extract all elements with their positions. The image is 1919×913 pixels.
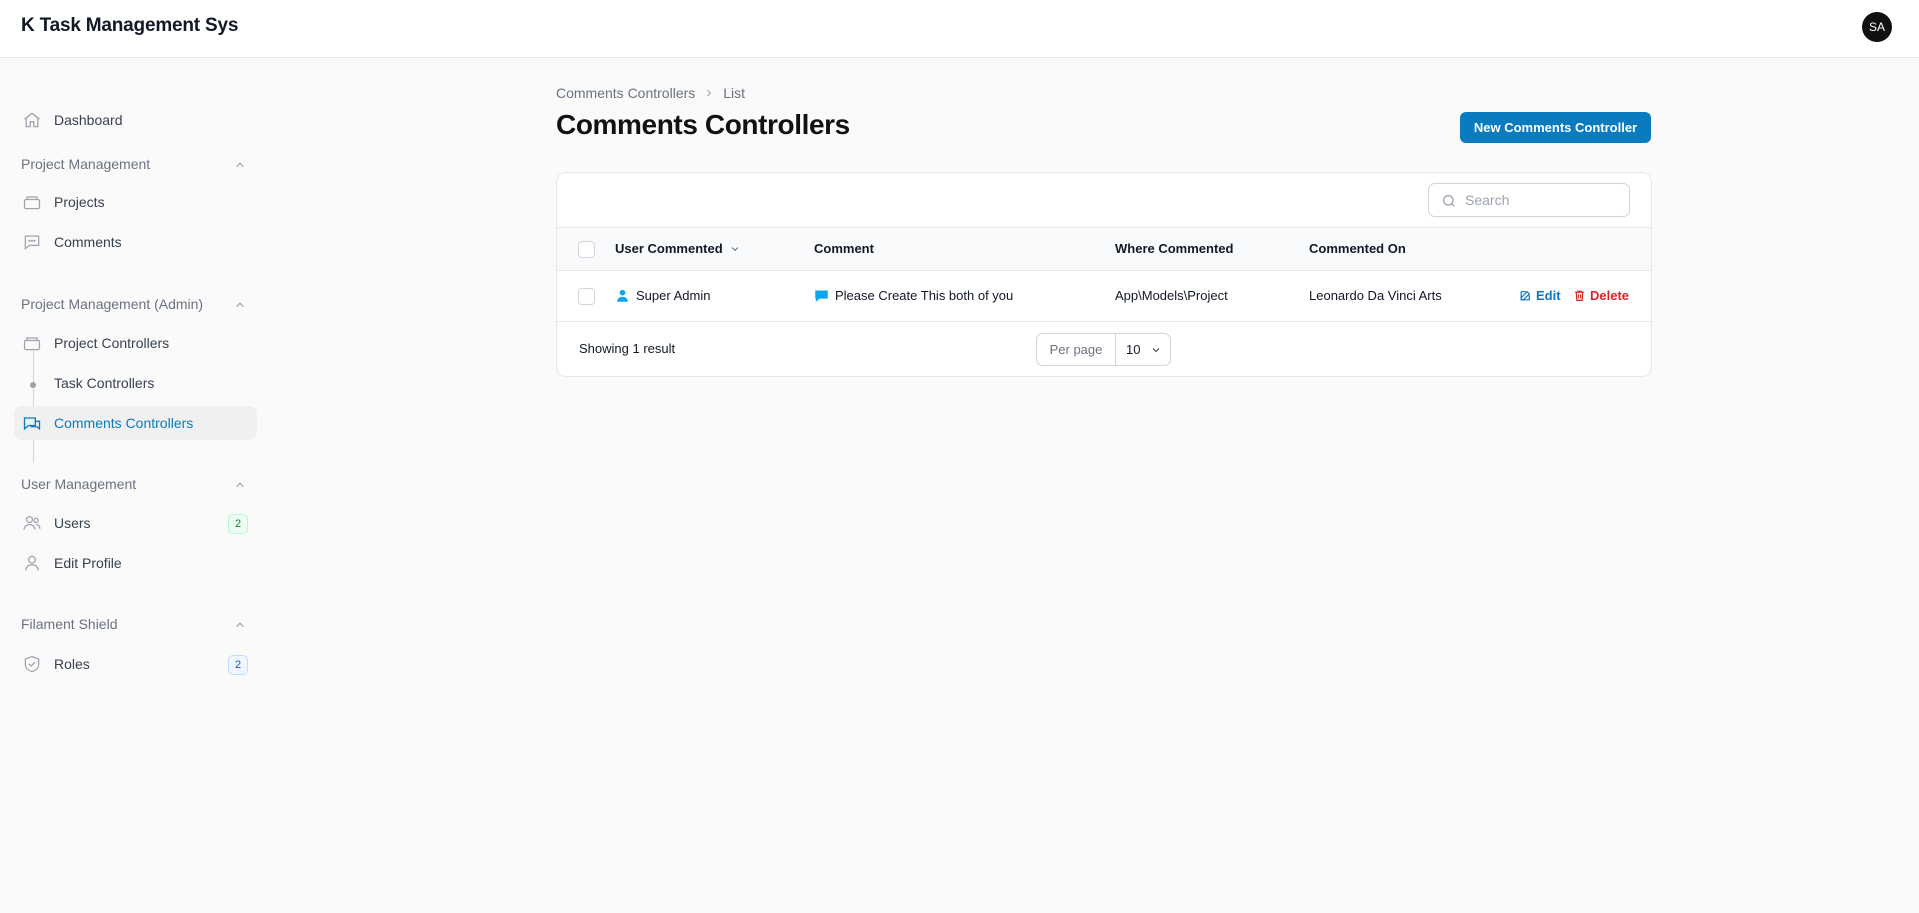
page-title: Comments Controllers [556,109,850,140]
users-count-badge: 2 [228,514,248,534]
user-icon [22,553,42,573]
cell-text: Super Admin [636,288,711,303]
sidebar-item-comments-controllers[interactable]: Comments Controllers [14,406,257,440]
cell-user: Super Admin [615,288,710,303]
group-label-project-management[interactable]: Project Management [21,156,150,172]
per-page-value[interactable]: 10 [1126,342,1140,357]
search-field[interactable] [1428,183,1630,217]
edit-label: Edit [1536,288,1561,303]
sidebar-item-label: Dashboard [54,112,123,128]
cell-commented-on: Leonardo Da Vinci Arts [1309,288,1442,303]
select-all-checkbox[interactable] [578,241,595,258]
sidebar-item-edit-profile[interactable]: Edit Profile [14,546,257,580]
sidebar-item-label: Users [54,515,91,531]
chat-bubble-icon [814,288,829,303]
chevron-up-icon[interactable] [233,158,247,172]
chat-bubbles-icon [22,413,42,433]
column-user-commented[interactable]: User Commented [615,241,741,256]
sidebar-item-label: Roles [54,656,90,672]
sidebar-item-label: Edit Profile [54,555,122,571]
sidebar-item-projects[interactable]: Projects [14,185,257,219]
user-avatar[interactable]: SA [1862,12,1892,42]
sidebar-item-label: Comments [54,234,122,250]
table-row[interactable]: Super Admin Please Create This both of y… [557,271,1651,322]
breadcrumb: Comments Controllers List [556,85,745,101]
column-comment: Comment [814,241,874,256]
chevron-down-icon[interactable] [729,243,741,255]
chevron-up-icon[interactable] [233,618,247,632]
table-card: User Commented Comment Where Commented C… [556,172,1652,377]
sidebar-item-label: Comments Controllers [54,415,194,431]
results-summary: Showing 1 result [579,341,676,356]
group-label-project-management-admin[interactable]: Project Management (Admin) [21,296,203,312]
column-header-label: User Commented [615,241,723,256]
sidebar-item-label: Projects [54,194,105,210]
group-label-filament-shield[interactable]: Filament Shield [21,616,118,632]
sidebar-item-project-controllers[interactable]: Project Controllers [14,326,257,360]
user-icon [615,288,630,303]
users-icon [22,513,42,533]
search-input[interactable] [1465,190,1620,210]
trash-icon [1573,289,1586,302]
sidebar-item-users[interactable]: Users 2 [14,506,257,540]
edit-action[interactable]: Edit [1519,288,1561,303]
sidebar-item-task-controllers[interactable]: Task Controllers [14,366,257,400]
per-page-label: Per page [1037,334,1116,365]
sidebar-item-comments[interactable]: Comments [14,225,257,259]
home-icon [22,110,42,130]
table-header: User Commented Comment Where Commented C… [557,227,1651,271]
cell-comment: Please Create This both of you [814,288,1013,303]
sidebar-item-label: Task Controllers [54,375,155,391]
row-checkbox[interactable] [578,288,595,305]
stack-icon [22,192,42,212]
search-icon [1441,193,1457,209]
delete-label: Delete [1590,288,1630,303]
stack-icon [22,333,42,353]
breadcrumb-current: List [723,85,746,101]
group-label-user-management[interactable]: User Management [21,476,136,492]
cell-where-commented: App\Models\Project [1115,288,1228,303]
chat-bubble-icon [22,232,42,252]
chevron-up-icon[interactable] [233,298,247,312]
shield-check-icon [22,654,42,674]
app-title[interactable]: K Task Management Sys [21,15,238,37]
sidebar-item-label: Project Controllers [54,335,170,351]
cell-text: Please Create This both of you [835,288,1014,303]
new-comments-controller-button[interactable]: New Comments Controller [1460,112,1651,143]
sidebar-item-roles[interactable]: Roles 2 [14,647,257,681]
roles-count-badge: 2 [228,655,248,675]
chevron-down-icon[interactable] [1150,344,1162,356]
breadcrumb-parent-link[interactable]: Comments Controllers [556,85,695,101]
edit-icon [1519,289,1532,302]
sidebar: Dashboard Project Management Projects Co… [0,58,260,913]
chevron-right-icon [703,87,715,99]
column-where-commented: Where Commented [1115,241,1234,256]
topbar: K Task Management Sys SA [0,0,1919,58]
column-commented-on: Commented On [1309,241,1406,256]
sidebar-item-dashboard[interactable]: Dashboard [14,103,257,137]
delete-action[interactable]: Delete [1573,288,1629,303]
per-page-select[interactable]: Per page 10 [1036,333,1171,366]
chevron-up-icon[interactable] [233,478,247,492]
